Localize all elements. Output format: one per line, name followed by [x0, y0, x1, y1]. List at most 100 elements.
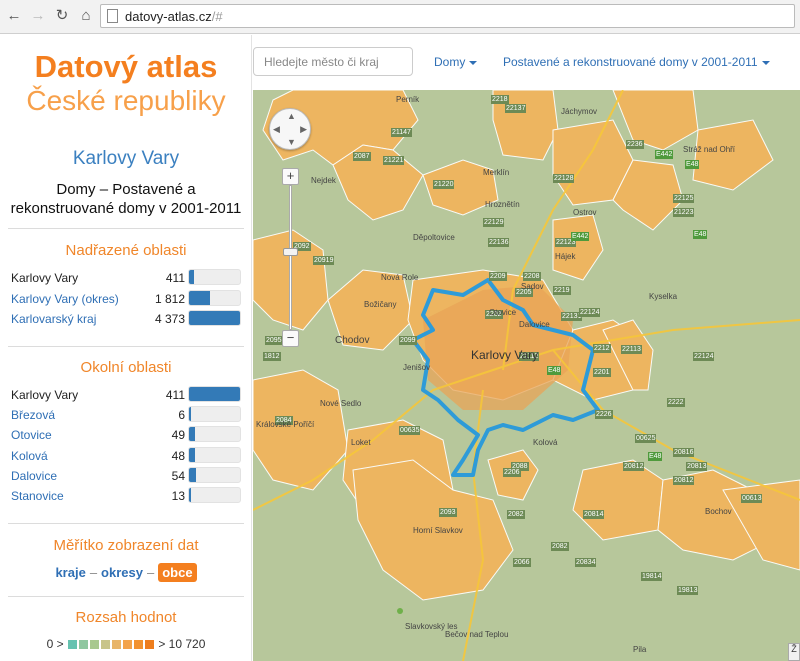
area-value-bar [188, 466, 241, 483]
caret-down-icon [761, 60, 770, 65]
road-number-tag: 21223 [673, 208, 695, 217]
road-number-tag: 20834 [575, 558, 597, 567]
area-name[interactable]: Stanovice [11, 489, 64, 503]
road-number-tag: 2206 [503, 468, 521, 477]
forward-icon[interactable]: → [28, 6, 48, 26]
area-value-bar-fill [189, 290, 210, 305]
home-icon[interactable]: ⌂ [76, 6, 96, 26]
area-name[interactable]: Dalovice [11, 469, 57, 483]
road-number-tag: 2222 [667, 398, 685, 407]
place-label: Sadov [521, 282, 544, 291]
area-value: 13 [171, 489, 185, 503]
road-number-tag: 22137 [505, 104, 527, 113]
area-value-bar [188, 310, 241, 326]
area-value-bar [188, 426, 241, 443]
place-label: Dalovice [519, 320, 550, 329]
map-city-label: Karlovy Vary [471, 348, 539, 362]
area-value: 54 [171, 468, 185, 483]
address-bar[interactable]: datovy-atlas.cz/# [100, 4, 795, 28]
dataset-dropdown[interactable]: Postavené a rekonstruované domy v 2001-2… [503, 55, 770, 69]
place-label: Bečov nad Teplou [445, 630, 509, 639]
road-number-tag: 20816 [673, 448, 695, 457]
area-value-bar-fill [189, 488, 192, 502]
pan-up-icon[interactable]: ▲ [287, 111, 296, 121]
highway-tag: E442 [655, 150, 674, 159]
road-number-tag: 22136 [488, 238, 510, 247]
area-value: 6 [178, 408, 185, 423]
highway-tag: E48 [547, 366, 562, 375]
highway-tag: E48 [693, 230, 708, 239]
place-label: Ostrov [573, 208, 597, 217]
scale-obce-button[interactable]: obce [158, 563, 197, 582]
map-corner-button[interactable]: Ž [788, 643, 800, 661]
search-input[interactable] [253, 47, 413, 76]
map-pan-control[interactable]: ▲ ▼ ◀ ▶ [269, 108, 311, 150]
road-number-tag: 22125 [673, 194, 695, 203]
zoom-slider-handle[interactable] [283, 248, 298, 256]
area-name[interactable]: Kolová [11, 449, 48, 463]
area-row: Karlovy Vary 411 [11, 386, 241, 403]
area-name[interactable]: Karlovarský kraj [11, 312, 96, 326]
brand-title[interactable]: Datový atlas [0, 49, 252, 85]
scale-okresy-link[interactable]: okresy [101, 565, 143, 580]
area-value-bar-fill [189, 447, 196, 462]
area-name[interactable]: Březová [11, 408, 55, 422]
place-label: Jáchymov [561, 107, 598, 116]
area-value-bar-fill [189, 311, 240, 325]
place-label: Chodov [335, 335, 370, 346]
place-label: Merklín [483, 168, 510, 177]
range-swatch [78, 640, 88, 650]
road-number-tag: 00635 [399, 426, 421, 435]
range-swatches [67, 637, 155, 651]
pan-down-icon[interactable]: ▼ [287, 137, 296, 147]
area-value: 48 [171, 448, 185, 463]
divider [8, 523, 244, 524]
page-icon [107, 9, 118, 23]
area-row: Karlovarský kraj 4 373 [11, 310, 241, 327]
place-label: Kyselka [649, 292, 678, 301]
zoom-in-button[interactable]: + [282, 168, 299, 185]
pan-left-icon[interactable]: ◀ [273, 124, 280, 135]
road-number-tag: 2218 [491, 95, 509, 104]
range-swatch [144, 640, 154, 650]
place-label: Nová Role [381, 273, 419, 282]
range-swatch [122, 640, 132, 650]
area-value-bar [188, 386, 241, 402]
road-number-tag: 20812 [673, 476, 695, 485]
place-label: Bochov [705, 507, 732, 516]
area-value: 411 [165, 388, 185, 402]
scale-kraje-link[interactable]: kraje [55, 565, 85, 580]
brand-subtitle[interactable]: České republiky [0, 85, 252, 117]
road-number-tag: 22128 [553, 174, 575, 183]
back-icon[interactable]: ← [4, 6, 24, 26]
map-canvas[interactable]: 21147 22137 2218 2236 21221 21220 22129 22136 22… [253, 90, 800, 661]
url-text: datovy-atlas.cz/# [125, 9, 223, 24]
road-number-tag: 2087 [353, 152, 371, 161]
road-number-tag: 21147 [391, 128, 412, 137]
zoom-control: + − [282, 168, 299, 348]
area-name[interactable]: Karlovy Vary (okres) [11, 292, 119, 306]
zoom-out-button[interactable]: − [282, 330, 299, 347]
road-number-tag: 2209 [489, 272, 507, 281]
area-value: 1 812 [154, 291, 185, 306]
area-value-bar [188, 487, 241, 503]
road-number-tag: 21220 [433, 180, 455, 189]
reload-icon[interactable]: ↻ [52, 6, 72, 26]
road-number-tag: 20813 [686, 462, 708, 471]
zoom-track[interactable] [289, 185, 292, 330]
divider [8, 596, 244, 597]
road-number-tag: 22113 [621, 345, 642, 354]
area-value-bar [188, 269, 241, 285]
area-value-bar [188, 289, 241, 306]
pan-right-icon[interactable]: ▶ [300, 124, 307, 135]
sidebar: Datový atlas České republiky Karlovy Var… [0, 35, 252, 661]
area-name[interactable]: Otovice [11, 428, 52, 442]
area-name: Karlovy Vary [11, 271, 79, 285]
area-row: Stanovice 13 [11, 487, 241, 504]
highway-tag: E48 [648, 452, 663, 461]
divider [8, 228, 244, 229]
place-label: Otovice [489, 308, 517, 317]
category-dropdown[interactable]: Domy [434, 55, 478, 69]
place-label: Děpoltovice [413, 233, 455, 242]
area-name: Karlovy Vary [11, 388, 79, 402]
